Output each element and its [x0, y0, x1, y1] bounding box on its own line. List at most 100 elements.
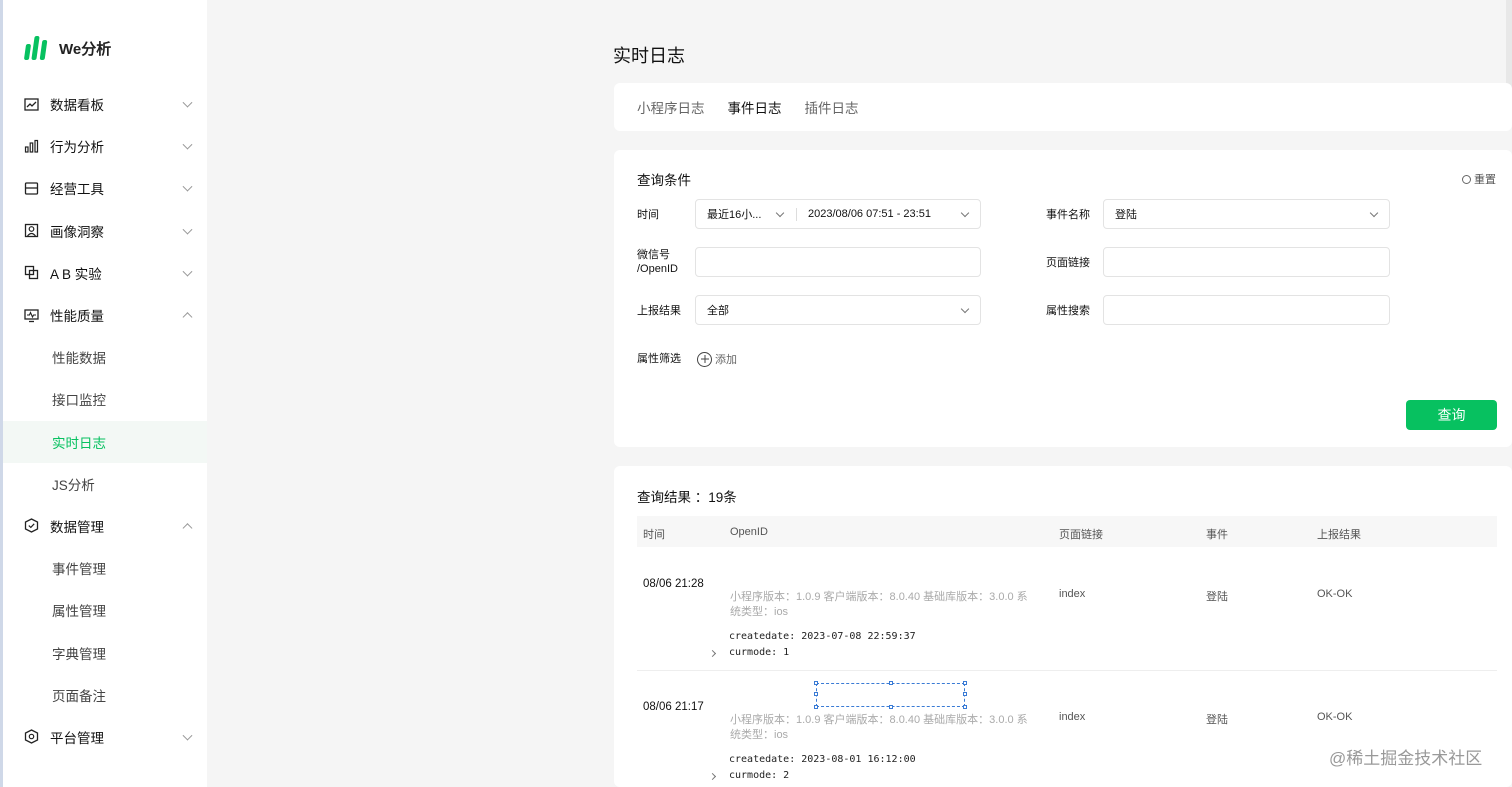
event-name-label: 事件名称 — [1046, 209, 1090, 221]
chevron-down-icon — [960, 304, 970, 314]
sidebar-item-ab-test[interactable]: A B 实验 — [3, 252, 207, 294]
sidebar-item-data-board[interactable]: 数据看板 — [3, 83, 207, 125]
check-shield-icon — [23, 518, 39, 534]
sidebar-item-data-management[interactable]: 数据管理 — [3, 505, 207, 547]
selection-box[interactable] — [814, 681, 967, 709]
page-link-input[interactable] — [1103, 247, 1390, 277]
result-title: 查询结果 ：19条 — [637, 490, 737, 505]
row-event: 登陆 — [1206, 714, 1228, 726]
row-meta: 小程序版本：1.0.9 客户端版本：8.0.40 基础库版本：3.0.0 系统类… — [730, 714, 1028, 741]
event-name-select[interactable]: 登陆 — [1103, 199, 1390, 229]
row-curmode: curmode: 1 — [729, 647, 790, 658]
openid-label: 微信号 /OpenID — [637, 248, 678, 276]
sidebar-item-event-management[interactable]: 事件管理 — [3, 547, 207, 589]
we-analysis-logo-icon — [23, 36, 48, 60]
chevron-down-icon — [182, 730, 193, 741]
sidebar-item-dictionary-management[interactable]: 字典管理 — [3, 631, 207, 673]
reset-label: 重置 — [1474, 174, 1496, 186]
time-range-picker[interactable]: 最近16小... 2023/08/06 07:51 - 23:51 — [695, 199, 981, 229]
chevron-down-icon — [775, 208, 785, 218]
settings-icon — [23, 729, 39, 745]
tab-event-log[interactable]: 事件日志 — [728, 97, 782, 117]
sidebar-item-attribute-management[interactable]: 属性管理 — [3, 589, 207, 631]
sidebar-item-label: 数据管理 — [50, 519, 104, 535]
add-filter-label: 添加 — [715, 354, 737, 366]
sidebar-item-label: 页面备注 — [52, 688, 106, 704]
sidebar-item-page-notes[interactable]: 页面备注 — [3, 674, 207, 716]
sidebar-menu: 数据看板 行为分析 经营工具 画像洞察 A B 实验 性能质量 性能数据 接口监… — [3, 83, 207, 758]
sidebar-item-label: 平台管理 — [50, 730, 104, 746]
query-panel: 查询条件 重置 时间 最近16小... 2023/08/06 07:51 - 2… — [614, 150, 1512, 447]
row-divider — [637, 670, 1497, 671]
sidebar-item-label: 性能数据 — [52, 351, 106, 367]
sidebar-item-label: 数据看板 — [50, 98, 104, 114]
chevron-down-icon — [182, 139, 193, 150]
query-button[interactable]: 查询 — [1406, 400, 1497, 430]
chevron-up-icon — [182, 312, 193, 323]
time-label: 时间 — [637, 209, 659, 221]
row-createdate: createdate: 2023-08-01 16:12:00 — [729, 754, 916, 765]
sidebar-item-label: 实时日志 — [52, 435, 106, 451]
sidebar-item-label: 经营工具 — [50, 182, 104, 198]
sidebar-item-js-analysis[interactable]: JS分析 — [3, 463, 207, 505]
sidebar-item-label: 属性管理 — [52, 604, 106, 620]
table-row[interactable]: 08/06 21:28 小程序版本：1.0.9 客户端版本：8.0.40 基础库… — [637, 566, 1497, 670]
sidebar-item-label: 事件管理 — [52, 562, 106, 578]
page-title: 实时日志 — [613, 46, 685, 66]
chevron-down-icon — [182, 97, 193, 108]
report-result-label: 上报结果 — [637, 305, 681, 317]
row-page-link: index — [1059, 588, 1086, 600]
sidebar-item-platform-management[interactable]: 平台管理 — [3, 716, 207, 758]
table-header: 时间 OpenID 页面链接 事件 上报结果 — [637, 516, 1497, 547]
sidebar-item-performance-quality[interactable]: 性能质量 — [3, 294, 207, 336]
row-createdate: createdate: 2023-07-08 22:59:37 — [729, 631, 916, 642]
sidebar-item-business-tools[interactable]: 经营工具 — [3, 167, 207, 209]
row-report-result: OK-OK — [1317, 588, 1353, 600]
row-time: 08/06 21:28 — [643, 578, 704, 590]
sidebar-item-label: 接口监控 — [52, 393, 106, 409]
add-circle-icon — [697, 351, 712, 367]
expand-icon[interactable] — [708, 649, 717, 658]
result-panel: 查询结果 ：19条 时间 OpenID 页面链接 事件 上报结果 08/06 2… — [614, 466, 1512, 787]
sidebar-item-portrait-insight[interactable]: 画像洞察 — [3, 210, 207, 252]
report-result-select[interactable]: 全部 — [695, 295, 981, 325]
brand[interactable]: We分析 — [23, 36, 112, 60]
sidebar-item-realtime-log[interactable]: 实时日志 — [3, 420, 207, 463]
attribute-search-input[interactable] — [1103, 295, 1390, 325]
openid-label-line1: 微信号 — [637, 249, 670, 261]
openid-input[interactable] — [695, 247, 981, 277]
expand-icon[interactable] — [708, 772, 717, 781]
column-header-time: 时间 — [643, 529, 665, 541]
store-icon — [23, 180, 39, 196]
row-event: 登陆 — [1206, 591, 1228, 603]
monitor-pulse-icon — [23, 307, 39, 323]
attribute-filter-label: 属性筛选 — [637, 353, 681, 365]
attribute-search-label: 属性搜索 — [1046, 305, 1090, 317]
chart-line-icon — [23, 96, 39, 112]
log-tabs: 小程序日志 事件日志 插件日志 — [614, 83, 1512, 131]
tab-plugin-log[interactable]: 插件日志 — [805, 97, 859, 117]
tab-mini-program-log[interactable]: 小程序日志 — [637, 97, 705, 117]
chevron-up-icon — [182, 523, 193, 534]
sidebar-item-performance-data[interactable]: 性能数据 — [3, 336, 207, 378]
reset-button[interactable]: 重置 — [1462, 171, 1496, 187]
time-preset-select[interactable]: 最近16小... — [707, 206, 761, 222]
sidebar-item-api-monitor[interactable]: 接口监控 — [3, 378, 207, 420]
chevron-down-icon — [1369, 208, 1379, 218]
add-filter-button[interactable]: 添加 — [697, 351, 737, 367]
column-header-openid: OpenID — [730, 526, 768, 538]
row-meta: 小程序版本：1.0.9 客户端版本：8.0.40 基础库版本：3.0.0 系统类… — [730, 591, 1028, 618]
brand-name: We分析 — [59, 40, 112, 58]
sidebar-item-behavior-analysis[interactable]: 行为分析 — [3, 125, 207, 167]
time-range-value[interactable]: 2023/08/06 07:51 - 23:51 — [808, 208, 931, 220]
watermark: @稀土掘金技术社区 — [1329, 749, 1483, 768]
row-time: 08/06 21:17 — [643, 701, 704, 713]
chevron-down-icon — [182, 182, 193, 193]
sidebar-item-label: 画像洞察 — [50, 224, 104, 240]
row-page-link: index — [1059, 711, 1086, 723]
refresh-icon — [1462, 174, 1471, 184]
table-row[interactable]: 08/06 21:17 小程序版本：1.0.9 客户端版本：8.0.40 基础库… — [637, 689, 1497, 787]
divider — [796, 208, 797, 221]
chevron-down-icon — [182, 266, 193, 277]
ab-test-icon — [23, 265, 39, 281]
